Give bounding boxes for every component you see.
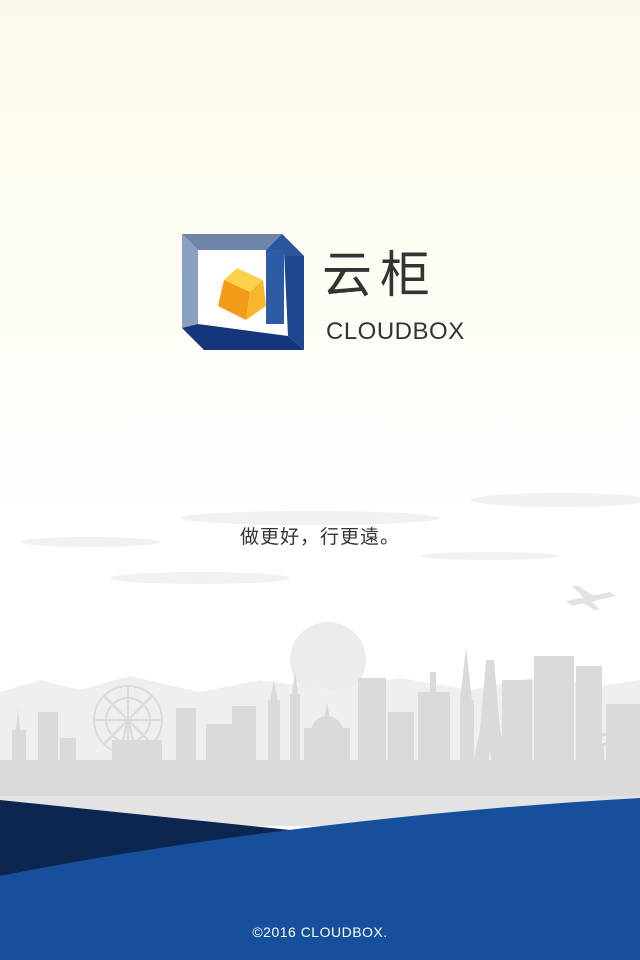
cloudbox-logo-icon xyxy=(182,234,304,350)
airplane-icon xyxy=(566,586,616,610)
brand-name-chinese: 云柜 xyxy=(322,246,438,304)
city-skyline-illustration xyxy=(0,493,640,960)
brand-name-english: CLOUDBOX xyxy=(326,318,465,345)
copyright-text: ©2016 CLOUDBOX. xyxy=(252,924,388,940)
slogan-text: 做更好，行更遠。 xyxy=(239,526,400,548)
